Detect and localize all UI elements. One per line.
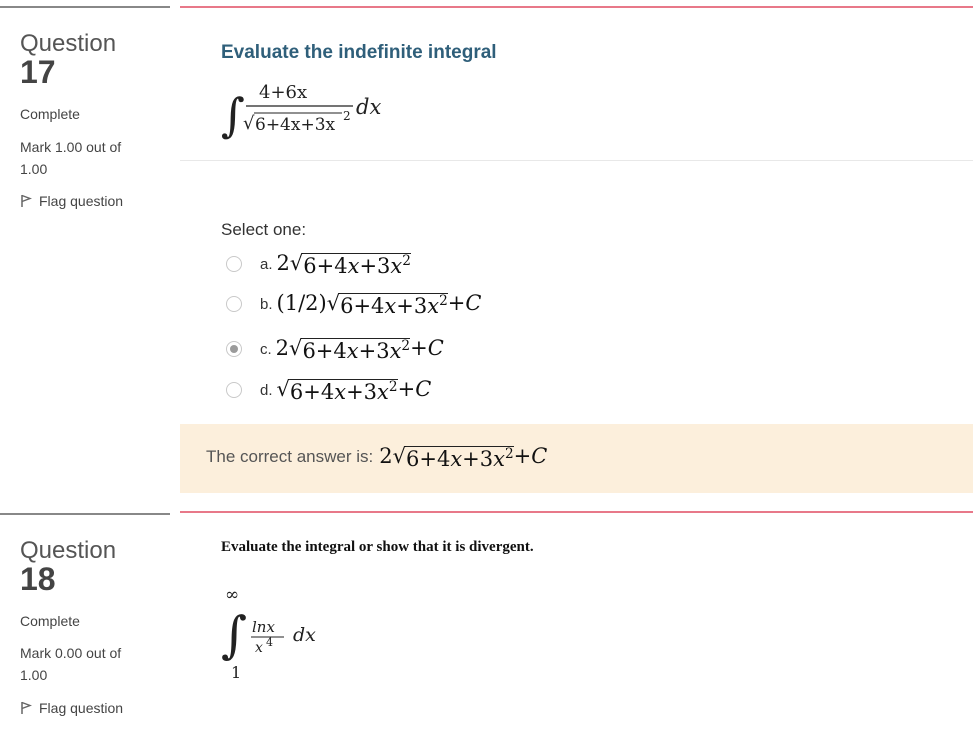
question-info-top-border: [0, 513, 170, 515]
expr-constant: +C: [447, 291, 482, 315]
integral-expression: ∞ ∫ 1 lnx x 4 dx: [221, 586, 316, 681]
svg-text:√: √: [243, 113, 255, 134]
integral-denominator-power: 2: [343, 109, 351, 123]
flag-question-button[interactable]: Flag question: [20, 193, 123, 209]
integral-lower-limit: 1: [231, 663, 241, 681]
radicand-power: 2: [401, 338, 411, 354]
option-letter: a.: [260, 255, 273, 273]
question-state: Complete: [20, 613, 80, 629]
integral-upper-limit: ∞: [225, 586, 239, 605]
question-top-border: [180, 511, 973, 513]
radicand-power: 2: [439, 293, 448, 309]
radio-button[interactable]: [226, 382, 242, 398]
radio-button[interactable]: [226, 296, 242, 312]
flag-question-label: Flag question: [39, 700, 124, 716]
question-text-area: Evaluate the indefinite integral ∫ 4+6x …: [180, 8, 973, 161]
option-expression: √ 6+4x+3x2 +C: [277, 377, 432, 403]
question-state: Complete: [20, 106, 80, 122]
radicand: 6+4x+3x2: [303, 253, 411, 278]
expr-coefficient: 2: [276, 251, 290, 275]
expr-coefficient: 2: [379, 444, 393, 468]
integral-numerator: lnx: [252, 618, 275, 636]
question-17-info: Question 17 Complete Mark 1.00 out of 1.…: [0, 6, 170, 506]
question-number: 18: [20, 561, 56, 597]
answer-option-b[interactable]: b. (1/2) √ 6+4x+3x2 +C: [226, 289, 481, 319]
question-number: 17: [20, 54, 56, 90]
radio-button[interactable]: [226, 341, 242, 357]
correct-answer-label: The correct answer is:: [206, 447, 374, 466]
expr-coefficient: 2: [275, 336, 290, 360]
feedback-area: The correct answer is: 2 √ 6+4x+3x2 +C: [180, 424, 973, 493]
radicand: 6+4x+3x2: [302, 338, 411, 363]
question-title: Evaluate the integral or show that it is…: [221, 539, 534, 555]
correct-answer-expression: 2 √ 6+4x+3x2 +C: [379, 444, 547, 470]
option-expression: 2 √ 6+4x+3x2 +C: [276, 336, 444, 362]
radicand: 6+4x+3x2: [289, 379, 398, 404]
integral-denominator: x: [255, 640, 263, 656]
option-expression: 2 √ 6+4x+3x2: [277, 251, 411, 277]
select-one-prompt: Select one:: [221, 220, 307, 239]
expr-coefficient: (1/2): [276, 291, 327, 315]
integral-denominator: 6+4x+3x: [255, 115, 336, 135]
answer-option-c[interactable]: c. 2 √ 6+4x+3x2 +C: [226, 334, 444, 364]
correct-answer: The correct answer is: 2 √ 6+4x+3x2 +C: [206, 444, 547, 470]
question-17-content: Evaluate the indefinite integral ∫ 4+6x …: [180, 6, 973, 493]
sqrt-radical: √ 6+4x+3x2: [289, 336, 411, 363]
radicand-power: 2: [402, 253, 411, 269]
svg-text:∫: ∫: [221, 606, 247, 664]
expr-constant: +C: [410, 336, 444, 360]
flag-question-button[interactable]: Flag question: [20, 700, 123, 716]
sqrt-radical: √ 6+4x+3x2: [289, 251, 411, 278]
answer-option-d[interactable]: d. √ 6+4x+3x2 +C: [226, 375, 431, 405]
integral-denominator-power: 4: [266, 636, 273, 649]
expr-constant: +C: [397, 377, 432, 401]
integral-expression: ∫ 4+6x √ 6+4x+3x 2 dx: [221, 82, 381, 142]
question-18-content: Evaluate the integral or show that it is…: [180, 511, 973, 756]
radicand-power: 2: [504, 446, 514, 462]
sqrt-radical: √ 6+4x+3x2: [392, 444, 514, 471]
option-letter: c.: [260, 340, 272, 358]
integral-numerator: 4+6x: [259, 82, 307, 103]
flag-icon: [20, 194, 32, 208]
expr-constant: +C: [513, 444, 548, 468]
radicand: 6+4x+3x2: [340, 293, 448, 318]
question-info-top-border: [0, 6, 170, 8]
option-expression: (1/2) √ 6+4x+3x2 +C: [277, 291, 482, 317]
question-grade: Mark 1.00 out of 1.00: [20, 139, 122, 177]
svg-text:∫: ∫: [221, 88, 245, 142]
radicand: 6+4x+3x2: [406, 446, 514, 471]
integral-differential: dx: [356, 95, 381, 119]
option-letter: b.: [260, 295, 273, 313]
radicand-power: 2: [388, 379, 398, 395]
sqrt-radical: √ 6+4x+3x2: [326, 291, 448, 318]
option-letter: d.: [260, 381, 273, 399]
radio-button[interactable]: [226, 256, 242, 272]
integral-differential: dx: [293, 624, 316, 646]
sqrt-radical: √ 6+4x+3x2: [276, 377, 398, 404]
flag-icon: [20, 701, 32, 715]
question-grade: Mark 0.00 out of 1.00: [20, 645, 122, 683]
question-18-info: Question 18 Complete Mark 0.00 out of 1.…: [0, 513, 170, 756]
question-title: Evaluate the indefinite integral: [221, 42, 497, 63]
flag-question-label: Flag question: [39, 193, 124, 209]
answer-option-a[interactable]: a. 2 √ 6+4x+3x2: [226, 249, 411, 279]
